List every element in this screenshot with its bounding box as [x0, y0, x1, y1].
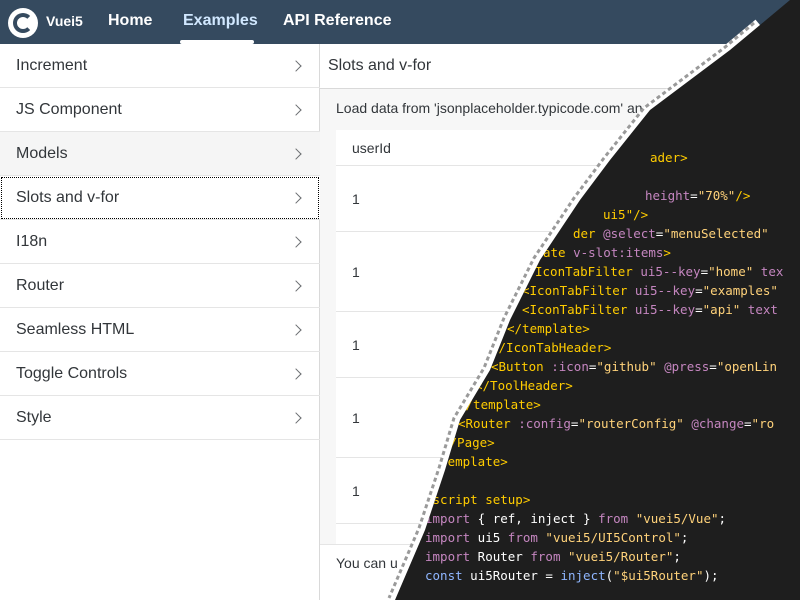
code-line: <IconTabFilter ui5--key="examples"	[522, 283, 778, 298]
code-line: </IconTabHeader>	[491, 340, 612, 355]
code-line: ate v-slot:items>	[543, 245, 671, 260]
code-line: import Router from "vuei5/Router";	[425, 549, 681, 564]
code-line: ui5"/>	[603, 207, 649, 222]
code-line: import { ref, inject } from "vuei5/Vue";	[425, 511, 727, 526]
code-line: <Router :config="routerConfig" @change="…	[458, 416, 775, 431]
code-line: <Button :icon="github" @press="openLin	[491, 359, 778, 374]
code-line: import ui5 from "vuei5/UI5Control";	[425, 530, 689, 545]
code-line: const ui5Router = inject("$ui5Router");	[425, 568, 719, 583]
code-line: </ToolHeader>	[475, 378, 573, 393]
code-line: der @select="menuSelected"	[573, 226, 769, 241]
code-line: height="70%"/>	[645, 188, 751, 203]
code-line: <IconTabFilter ui5--key="api" text	[522, 302, 778, 317]
code-line: </template>	[507, 321, 590, 336]
code-line: ader>	[650, 150, 688, 165]
code-line: <script setup>	[425, 492, 531, 507]
code-line: IconTabFilter ui5--key="home" tex	[535, 264, 784, 279]
